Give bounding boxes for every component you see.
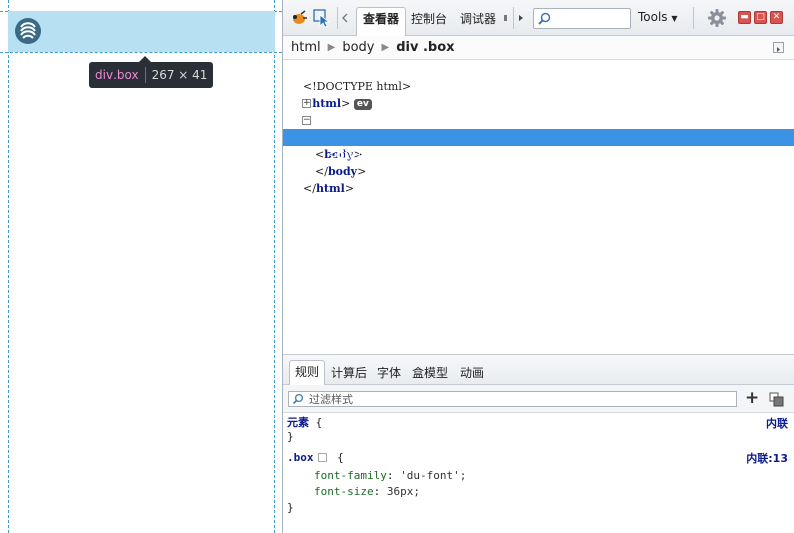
gear-icon[interactable] <box>707 8 727 28</box>
collapse-twisty-icon[interactable]: − <box>302 116 311 125</box>
toolbar-divider <box>693 7 694 29</box>
box-rule-source[interactable]: 内联:13 <box>746 450 788 466</box>
markup-line-html-open[interactable]: <html> ev <box>283 78 794 110</box>
toolbar-divider <box>337 7 338 29</box>
breadcrumb-item-div-box[interactable]: div .box <box>396 40 454 55</box>
search-icon <box>292 393 304 405</box>
html-close-tag-name: html <box>315 182 345 195</box>
property-name[interactable]: font-size <box>314 485 374 498</box>
chevron-down-icon: ▼ <box>671 14 678 23</box>
add-rule-button[interactable]: + <box>745 390 759 407</box>
markup-line-html-close[interactable]: </html> <box>283 163 794 195</box>
markup-line-doctype[interactable]: <!DOCTYPE html> <box>283 61 794 93</box>
guide-line-left <box>8 0 9 533</box>
minimize-icon[interactable]: ▬ <box>738 11 751 24</box>
box-rule-selector: .box <box>287 451 314 464</box>
search-icon <box>538 12 551 25</box>
tabs-overflow-icon[interactable] <box>503 9 509 27</box>
tab-debugger[interactable]: 调试器 <box>454 8 502 30</box>
tools-menu-button[interactable]: Tools ▼ <box>638 10 678 24</box>
breadcrumb-scroll-right-icon[interactable] <box>773 42 784 53</box>
toolbar-search-input[interactable] <box>533 8 631 29</box>
tab-fonts[interactable]: 字体 <box>372 363 406 385</box>
chevron-right-icon: ▶ <box>381 42 390 53</box>
markup-line-body-close[interactable]: </body> <box>283 146 794 178</box>
markup-line-head[interactable]: + <head></head> <box>283 95 794 144</box>
declaration-font-size[interactable]: font-size: 36px; <box>314 484 420 500</box>
sidebar-tabs: 规则 计算后 字体 盒模型 动画 <box>283 355 794 385</box>
tab-console[interactable]: 控制台 <box>405 8 453 30</box>
element-rule-open-brace: { <box>315 416 323 429</box>
element-rule-source[interactable]: 内联 <box>766 415 788 431</box>
tab-animations[interactable]: 动画 <box>455 363 489 385</box>
tools-label: Tools <box>638 10 668 24</box>
inspect-pointer-icon[interactable] <box>313 9 331 27</box>
expand-twisty-icon[interactable]: + <box>302 99 311 108</box>
sidebar-panel: 规则 计算后 字体 盒模型 动画 + 元素 { 内联 } .box { 内联:1… <box>283 354 794 533</box>
maximize-icon[interactable]: □ <box>754 11 767 24</box>
rules-list: 元素 { 内联 } .box { 内联:13 font-family: 'du-… <box>283 413 794 533</box>
devtools-toolbar: 查看器 控制台 调试器 Tools ▼ ▬ □ ✕ <box>283 0 794 36</box>
tooltip-dimensions: 267 × 41 <box>151 68 208 82</box>
devtools-panel: 查看器 控制台 调试器 Tools ▼ ▬ □ ✕ html ▶ body ▶ … <box>282 0 794 533</box>
firebug-icon[interactable] <box>290 9 308 27</box>
box-rule-close-brace: } <box>287 501 294 514</box>
toggle-rule-checkbox[interactable] <box>317 453 327 462</box>
tab-box-model[interactable]: 盒模型 <box>407 363 453 385</box>
tab-computed[interactable]: 计算后 <box>326 363 372 385</box>
guide-line-bottom <box>0 52 282 53</box>
tooltip-tag: div <box>95 68 114 82</box>
box-element-highlight[interactable] <box>8 11 275 52</box>
property-value[interactable]: 36px; <box>387 485 420 498</box>
tab-rules[interactable]: 规则 <box>289 360 326 385</box>
markup-line-body-open[interactable]: − <body> <box>283 112 794 161</box>
declaration-font-family[interactable]: font-family: 'du-font'; <box>314 468 466 484</box>
page-preview: div .box 267 × 41 <box>0 0 282 533</box>
property-value[interactable]: 'du-font'; <box>400 469 466 482</box>
toolbar-divider <box>513 7 514 29</box>
element-tooltip: div .box 267 × 41 <box>89 56 214 88</box>
box-rule-open-brace: { <box>337 451 344 464</box>
close-icon[interactable]: ✕ <box>770 11 783 24</box>
china-mobile-logo-icon <box>15 18 41 44</box>
filter-styles-input[interactable] <box>288 391 737 407</box>
filter-row: + <box>283 385 794 413</box>
breadcrumb: html ▶ body ▶ div .box <box>283 36 794 60</box>
property-name[interactable]: font-family <box>314 469 387 482</box>
breadcrumb-item-body[interactable]: body <box>342 40 374 55</box>
markup-view: <!DOCTYPE html> <html> ev + <head></head… <box>283 61 794 354</box>
box-rule-header[interactable]: .box { <box>287 450 344 466</box>
element-rule-close-brace: } <box>287 430 294 443</box>
chevron-right-icon: ▶ <box>327 42 336 53</box>
tabs-left-arrow-icon[interactable] <box>341 9 349 27</box>
tooltip-divider <box>144 67 146 83</box>
element-rule-selector: 元素 <box>287 416 309 429</box>
tabs-right-arrow-icon[interactable] <box>517 9 525 27</box>
tab-inspector[interactable]: 查看器 <box>356 7 407 36</box>
markup-line-div-selected[interactable]: <div class="box"> A</div> <box>283 129 794 161</box>
guide-line-right <box>274 0 275 533</box>
copy-icon[interactable] <box>769 392 784 407</box>
breadcrumb-item-html[interactable]: html <box>291 40 321 55</box>
tooltip-class: .box <box>113 68 139 82</box>
